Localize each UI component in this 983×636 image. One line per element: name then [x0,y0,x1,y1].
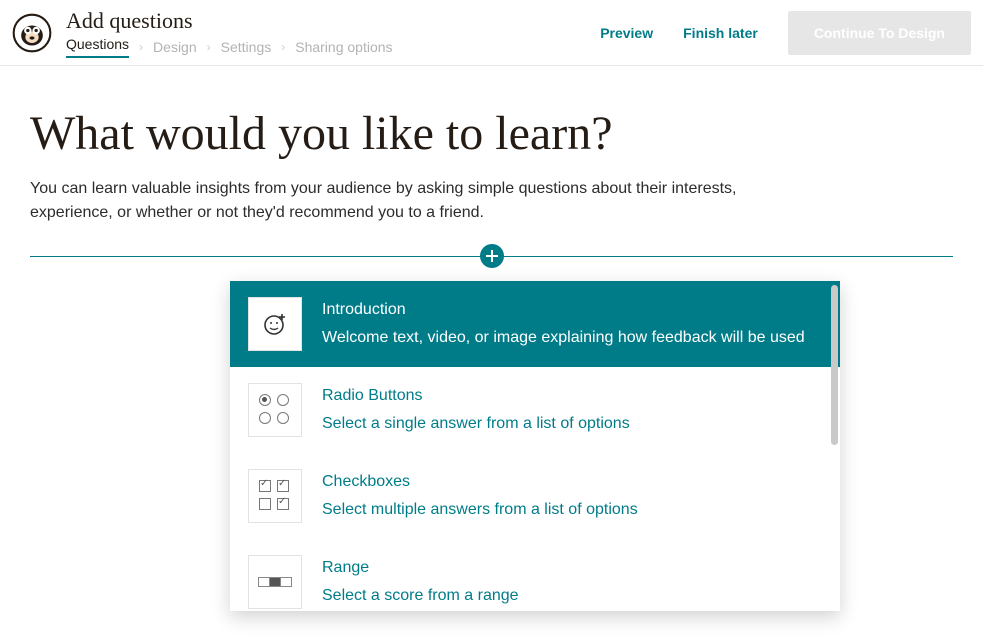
page-title: Add questions [66,8,393,34]
dropdown-item-checkboxes[interactable]: Checkboxes Select multiple answers from … [230,453,840,539]
plus-icon [485,249,499,263]
dropdown-item-introduction[interactable]: Introduction Welcome text, video, or ima… [230,281,840,367]
breadcrumb-settings[interactable]: Settings [221,39,272,55]
add-divider [30,255,953,257]
add-question-button[interactable] [480,244,504,268]
header-left: Add questions Questions › Design › Setti… [12,8,393,58]
range-icon [248,555,302,609]
breadcrumb-sharing[interactable]: Sharing options [295,39,392,55]
dropdown-item-desc: Select multiple answers from a list of o… [322,501,822,519]
main-heading: What would you like to learn? [30,106,953,161]
chevron-right-icon: › [281,40,285,54]
chevron-right-icon: › [139,40,143,54]
dropdown-item-title: Range [322,559,822,577]
finish-later-link[interactable]: Finish later [683,25,758,41]
dropdown-item-desc: Select a score from a range [322,587,822,605]
app-logo[interactable] [12,13,52,53]
chevron-right-icon: › [207,40,211,54]
header-title-area: Add questions Questions › Design › Setti… [66,8,393,58]
question-type-dropdown: Introduction Welcome text, video, or ima… [230,281,840,611]
dropdown-item-title: Radio Buttons [322,387,822,405]
breadcrumb-questions[interactable]: Questions [66,36,129,58]
checkboxes-icon [248,469,302,523]
continue-button[interactable]: Continue To Design [788,11,971,55]
header-right: Preview Finish later Continue To Design [600,11,971,55]
preview-link[interactable]: Preview [600,25,653,41]
dropdown-item-desc: Welcome text, video, or image explaining… [322,329,822,347]
dropdown-item-title: Checkboxes [322,473,822,491]
scrollbar[interactable] [831,285,838,445]
dropdown-item-radio[interactable]: Radio Buttons Select a single answer fro… [230,367,840,453]
dropdown-item-range[interactable]: Range Select a score from a range [230,539,840,611]
main-subtext: You can learn valuable insights from you… [30,177,790,225]
main-content: What would you like to learn? You can le… [0,66,983,611]
radio-buttons-icon [248,383,302,437]
breadcrumb: Questions › Design › Settings › Sharing … [66,36,393,58]
breadcrumb-design[interactable]: Design [153,39,197,55]
introduction-icon [248,297,302,351]
dropdown-item-desc: Select a single answer from a list of op… [322,415,822,433]
dropdown-item-title: Introduction [322,301,822,319]
app-header: Add questions Questions › Design › Setti… [0,0,983,66]
